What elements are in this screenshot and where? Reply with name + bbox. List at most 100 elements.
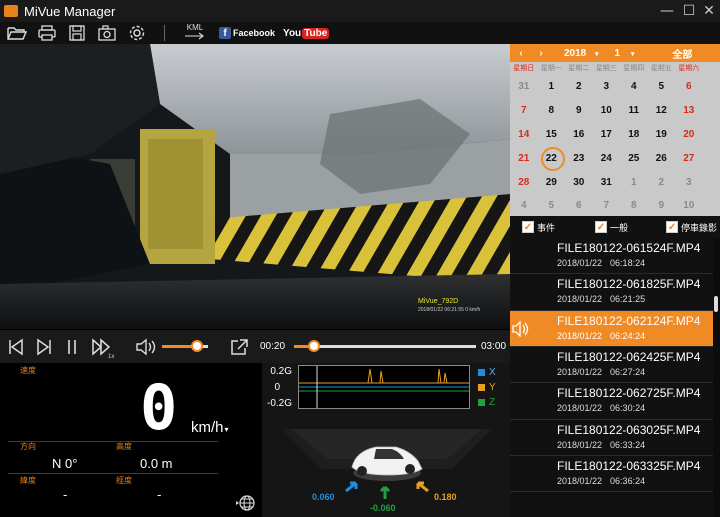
month-dropdown-icon: ▾ xyxy=(630,50,635,58)
video-frame xyxy=(0,44,510,329)
seek-bar[interactable] xyxy=(294,345,476,348)
calendar-day[interactable]: 21 xyxy=(510,153,538,164)
calendar-day[interactable]: 22 xyxy=(538,146,566,171)
calendar-day[interactable]: 10 xyxy=(675,200,703,211)
file-list-item[interactable]: FILE180122-063025F.MP4 2018/01/22 06:33:24 xyxy=(510,420,713,456)
calendar-day[interactable]: 19 xyxy=(648,129,676,140)
save-icon[interactable] xyxy=(64,23,90,43)
calendar-day[interactable]: 6 xyxy=(565,200,593,211)
speed-label: 速度 xyxy=(20,366,36,375)
calendar-day[interactable]: 1 xyxy=(620,177,648,188)
app-logo-icon xyxy=(4,5,18,17)
calendar-day[interactable]: 1 xyxy=(538,81,566,92)
event-filter-checkbox[interactable]: ✓ 事件 xyxy=(522,221,555,234)
calendar-day[interactable]: 7 xyxy=(593,200,621,211)
calendar-day[interactable]: 8 xyxy=(620,200,648,211)
maximize-button[interactable]: ☐ xyxy=(680,2,698,20)
camera-icon[interactable] xyxy=(94,23,120,43)
file-list-item[interactable]: FILE180122-062725F.MP4 2018/01/22 06:30:24 xyxy=(510,383,713,419)
overlay-model: MiVue_792D xyxy=(418,298,459,305)
file-name: FILE180122-062425F.MP4 xyxy=(557,349,701,364)
calendar-day[interactable]: 5 xyxy=(538,200,566,211)
calendar-day[interactable]: 31 xyxy=(593,177,621,188)
calendar-day[interactable]: 28 xyxy=(510,177,538,188)
previous-file-button[interactable] xyxy=(6,338,26,356)
calendar-day[interactable]: 30 xyxy=(565,177,593,188)
calendar-day[interactable]: 10 xyxy=(593,105,621,116)
year-selector[interactable]: 2018 ▾ xyxy=(564,48,599,59)
speed-unit-selector[interactable]: km/h▾ xyxy=(191,419,229,436)
facebook-button[interactable]: f Facebook xyxy=(219,27,275,39)
calendar-day[interactable]: 16 xyxy=(565,129,593,140)
file-list-item[interactable]: FILE180122-061524F.MP4 2018/01/22 06:18:24 xyxy=(510,238,713,274)
calendar-day[interactable]: 7 xyxy=(510,105,538,116)
normal-filter-checkbox[interactable]: ✓ 一般 xyxy=(595,221,628,234)
calendar-day[interactable]: 3 xyxy=(675,177,703,188)
calendar-day[interactable]: 6 xyxy=(675,81,703,92)
file-date: 2018/01/22 xyxy=(557,294,603,305)
calendar-day[interactable]: 5 xyxy=(648,81,676,92)
next-month-button[interactable]: › xyxy=(532,48,550,59)
file-list-item[interactable]: FILE180122-062425F.MP4 2018/01/22 06:27:24 xyxy=(510,347,713,383)
calendar-day[interactable]: 31 xyxy=(510,81,538,92)
map-globe-button[interactable] xyxy=(236,493,256,517)
show-all-button[interactable]: 全部 xyxy=(672,46,692,61)
calendar-day[interactable]: 29 xyxy=(538,177,566,188)
file-name: FILE180122-061524F.MP4 xyxy=(557,241,701,255)
calendar-day[interactable]: 25 xyxy=(620,153,648,164)
calendar-day[interactable]: 11 xyxy=(620,105,648,116)
month-selector[interactable]: 1 ▾ xyxy=(615,48,635,59)
calendar-day[interactable]: 23 xyxy=(565,153,593,164)
month-value: 1 xyxy=(614,47,621,59)
file-date: 2018/01/22 xyxy=(557,439,603,450)
calendar-day[interactable]: 4 xyxy=(510,200,538,211)
calendar-day[interactable]: 18 xyxy=(620,129,648,140)
weekday-label: 星期五 xyxy=(650,65,672,72)
calendar-day[interactable]: 3 xyxy=(593,81,621,92)
volume-button[interactable] xyxy=(134,338,158,356)
close-button[interactable]: ✕ xyxy=(700,2,718,20)
printer-icon[interactable] xyxy=(34,23,60,43)
file-list-item[interactable]: FILE180122-063325F.MP4 2018/01/22 06:36:24 xyxy=(510,456,713,492)
calendar-day[interactable]: 13 xyxy=(675,105,703,116)
calendar-day[interactable]: 9 xyxy=(648,200,676,211)
pause-button[interactable] xyxy=(62,338,82,356)
calendar-day[interactable]: 4 xyxy=(620,81,648,92)
external-window-icon xyxy=(231,339,248,355)
calendar-day[interactable]: 2 xyxy=(565,81,593,92)
calendar-day[interactable]: 17 xyxy=(593,129,621,140)
calendar-day[interactable]: 24 xyxy=(593,153,621,164)
facebook-label: Facebook xyxy=(233,28,276,38)
video-player[interactable]: MiVue_792D 2018/01/22 06:21:55 0 km/h xyxy=(0,44,510,329)
calendar-header: ‹ › 2018 ▾ 1 ▾ 全部 xyxy=(510,44,720,62)
step-forward-button[interactable] xyxy=(34,338,54,356)
file-list-item[interactable]: FILE180122-062124F.MP4 2018/01/22 06:24:24 xyxy=(510,310,713,347)
calendar-day[interactable]: 27 xyxy=(675,153,703,164)
calendar-day[interactable]: 15 xyxy=(538,129,566,140)
calendar-day[interactable]: 26 xyxy=(648,153,676,164)
youtube-button[interactable]: You Tube xyxy=(283,27,330,39)
file-list-item[interactable]: FILE180122-061825F.MP4 2018/01/22 06:21:25 xyxy=(510,274,713,310)
calendar-day[interactable]: 2 xyxy=(648,177,676,188)
legend-x-label: X xyxy=(489,367,496,378)
popout-button[interactable] xyxy=(228,338,250,356)
gear-icon[interactable] xyxy=(124,23,150,43)
minimize-button[interactable]: — xyxy=(658,2,676,20)
calendar-day[interactable]: 14 xyxy=(510,129,538,140)
calendar-day[interactable]: 20 xyxy=(675,129,703,140)
speed-unit: km/h xyxy=(191,419,224,436)
calendar-day[interactable]: 9 xyxy=(565,105,593,116)
volume-knob[interactable] xyxy=(190,340,203,352)
g-sensor-graph[interactable] xyxy=(298,365,470,409)
seek-knob[interactable] xyxy=(308,340,321,352)
file-date: 2018/01/22 xyxy=(557,330,603,341)
folder-open-icon[interactable] xyxy=(4,23,30,43)
calendar-day[interactable]: 12 xyxy=(648,105,676,116)
scrollbar-thumb[interactable] xyxy=(714,296,718,312)
calendar-day[interactable]: 8 xyxy=(538,105,566,116)
g-tick-top: 0.2G xyxy=(270,366,292,377)
kml-export-button[interactable]: KML xyxy=(181,24,209,42)
parking-filter-checkbox[interactable]: ✓ 停車錄影 xyxy=(666,221,717,234)
file-list-scrollbar[interactable] xyxy=(713,238,720,517)
prev-month-button[interactable]: ‹ xyxy=(510,48,532,59)
